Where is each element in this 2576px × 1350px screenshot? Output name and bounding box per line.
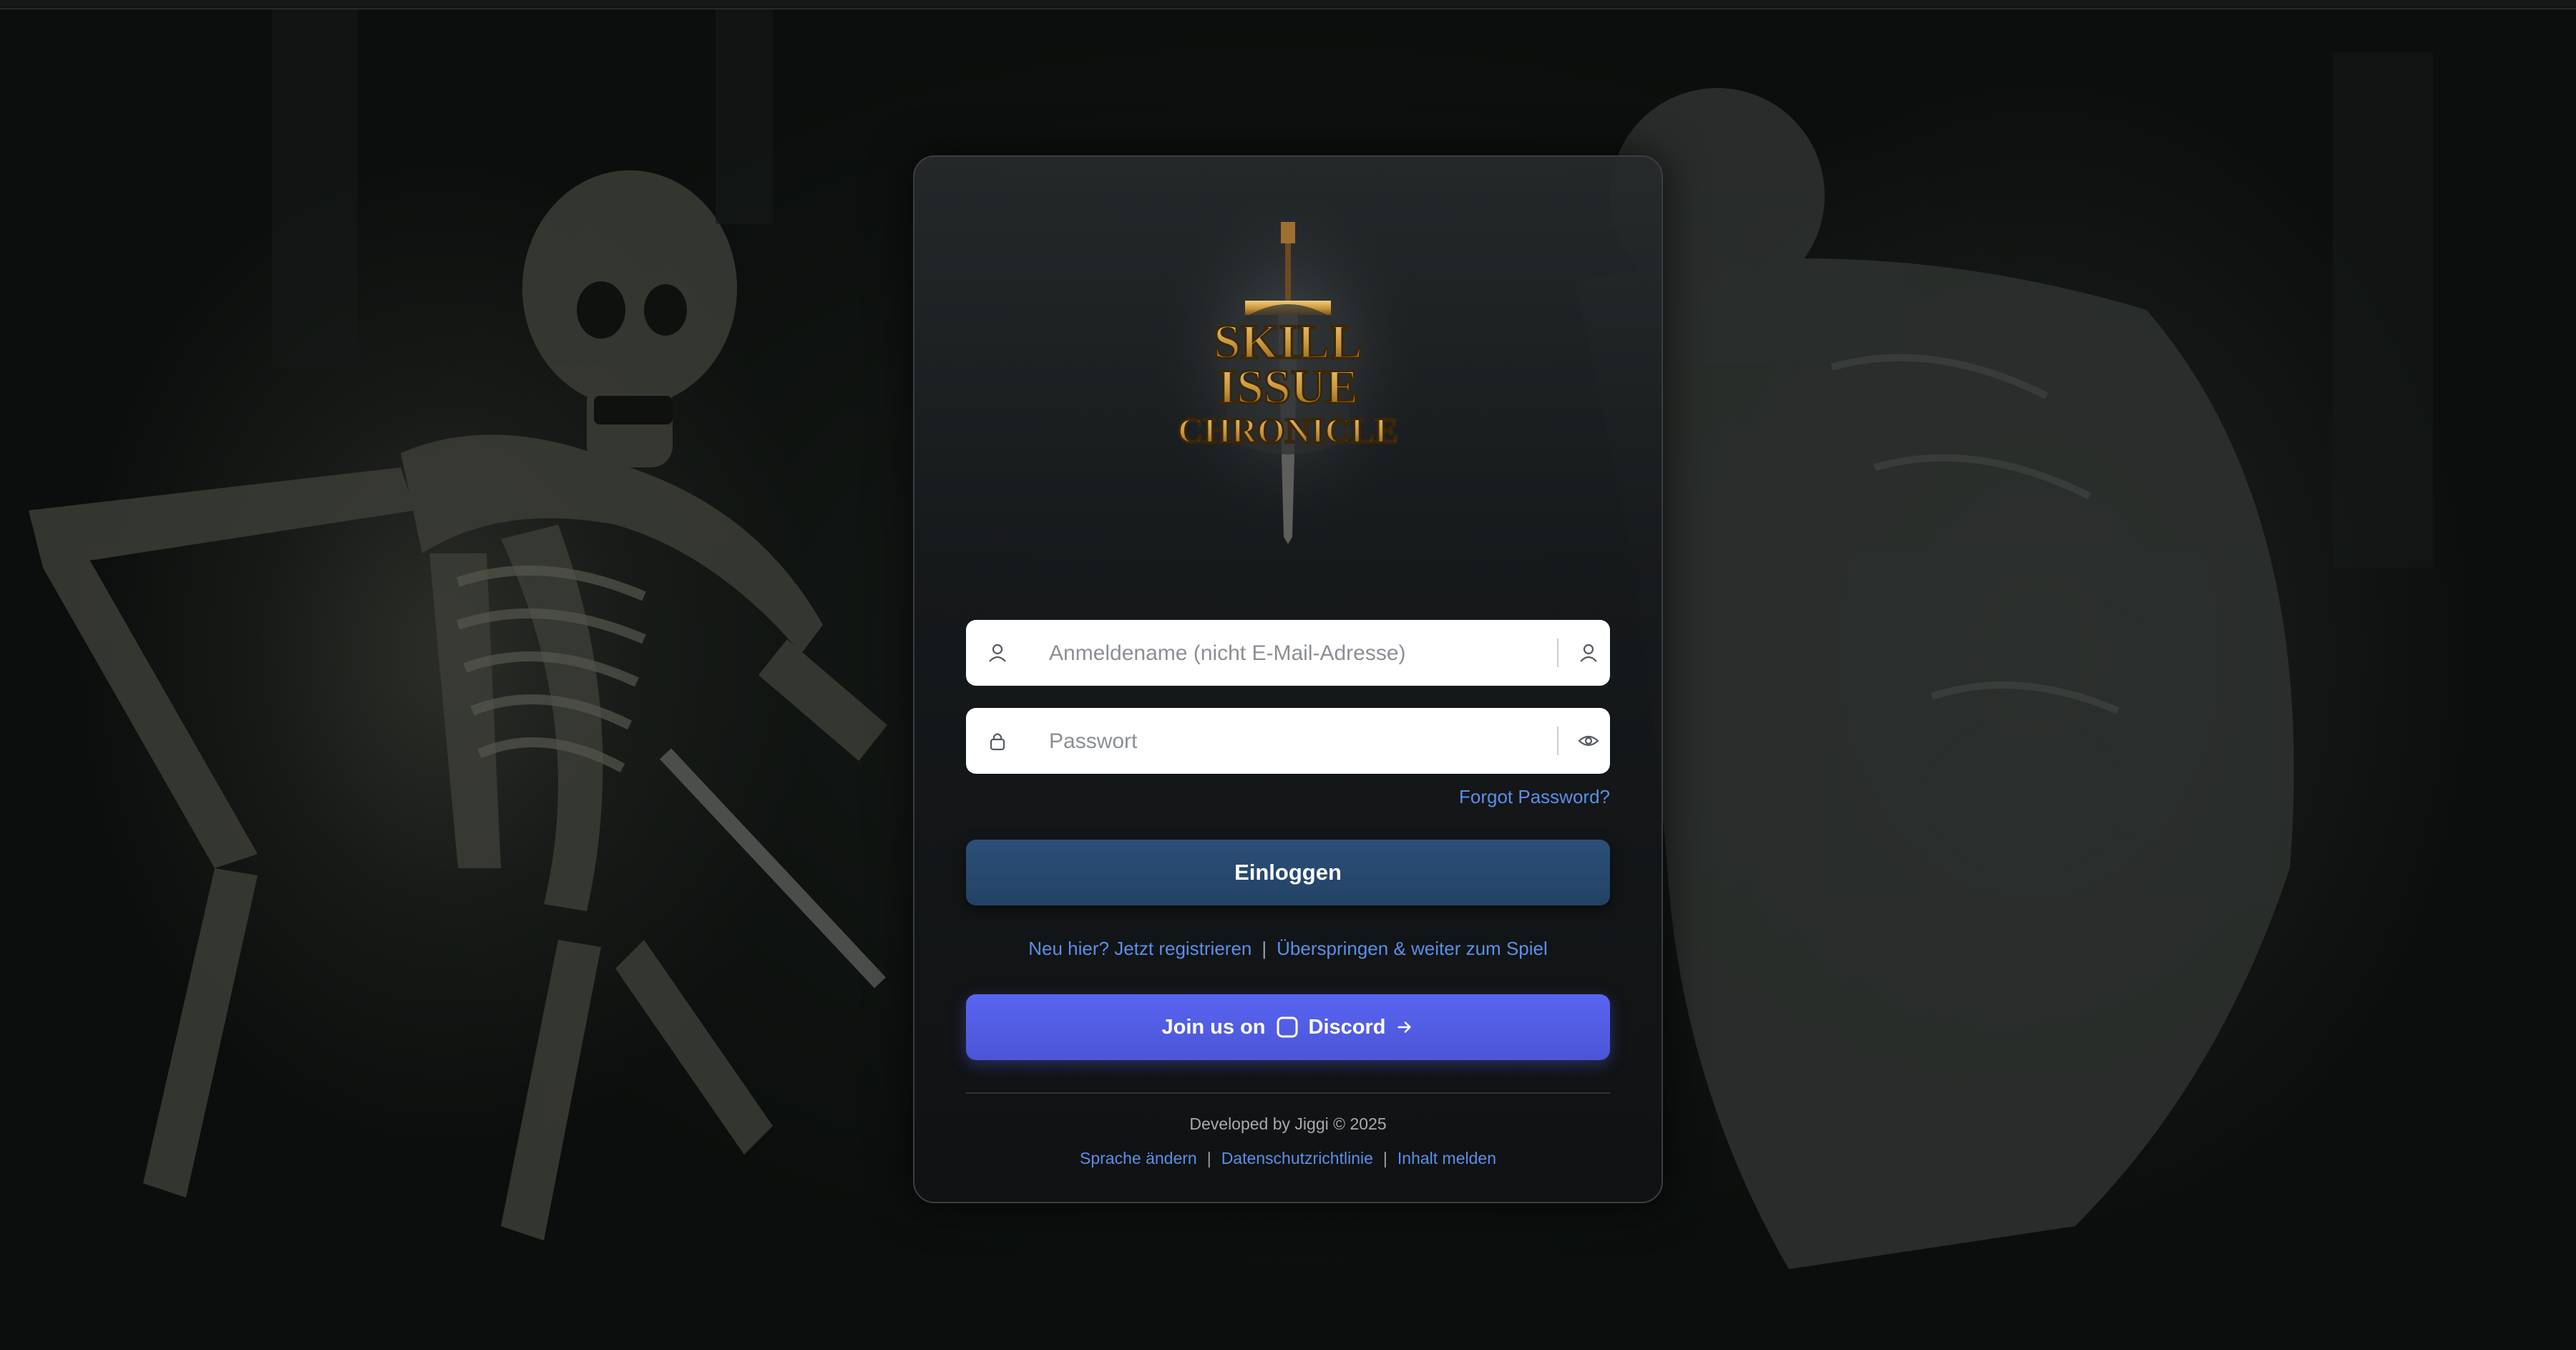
link-separator: | (1382, 1149, 1387, 1167)
discord-name-label: Discord (1308, 1015, 1386, 1039)
password-field[interactable] (966, 708, 1610, 775)
field-separator (1557, 638, 1558, 667)
link-separator: | (1262, 938, 1267, 959)
field-separator (1557, 727, 1558, 755)
privacy-policy-link[interactable]: Datenschutzrichtlinie (1221, 1149, 1373, 1167)
link-separator: | (1206, 1149, 1211, 1167)
logo-line-3: CHRONICLE (1178, 410, 1398, 450)
eye-icon[interactable] (1577, 729, 1600, 752)
arrow-right-icon (1397, 1021, 1412, 1033)
username-input[interactable] (1048, 620, 1508, 687)
login-button[interactable]: Einloggen (966, 840, 1610, 905)
discord-prefix-label: Join us on (1161, 1015, 1266, 1039)
username-field[interactable] (966, 620, 1610, 687)
secondary-links: Neu hier? Jetzt registrieren | Überspringe… (966, 938, 1610, 960)
discord-button[interactable]: Join us on Discord (966, 994, 1610, 1060)
game-logo: SKILL ISSUE CHRONICLE (1159, 200, 1417, 544)
change-language-link[interactable]: Sprache ändern (1080, 1149, 1197, 1167)
user-icon (989, 644, 1006, 662)
user-icon[interactable] (1577, 641, 1600, 664)
lock-icon (990, 733, 1005, 751)
discord-icon (1277, 1016, 1297, 1038)
password-input[interactable] (1048, 708, 1508, 775)
window-top-bar (0, 0, 2576, 9)
forgot-password-link[interactable]: Forgot Password? (1459, 786, 1610, 808)
logo-line-2: ISSUE (1218, 359, 1359, 414)
report-content-link[interactable]: Inhalt melden (1397, 1149, 1496, 1167)
credits-text: Developed by Jiggi © 2025 (1189, 1115, 1387, 1133)
skip-link[interactable]: Überspringen & weiter zum Spiel (1277, 938, 1548, 959)
sword-pommel (1281, 222, 1295, 243)
footer-divider (966, 1092, 1610, 1094)
footer-links: Sprache ändern | Datenschutzrichtlinie | Inh… (966, 1149, 1610, 1168)
register-link[interactable]: Neu hier? Jetzt registrieren (1028, 938, 1252, 959)
